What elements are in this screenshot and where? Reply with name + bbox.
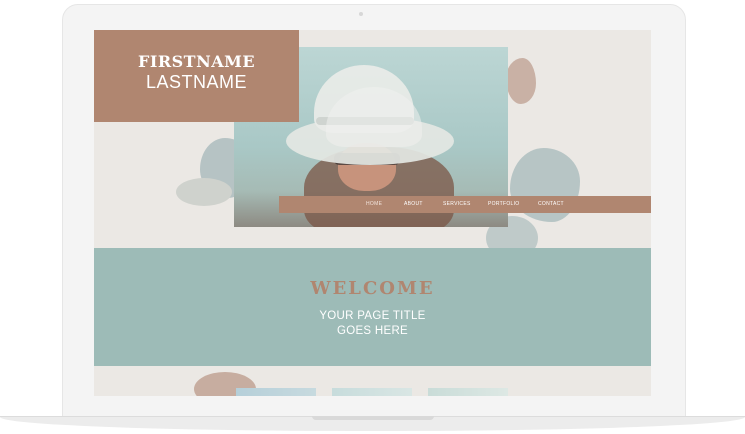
website-screen: FIRSTNAME LASTNAME HOME ABOUT SERVICES P… [94, 30, 651, 396]
nav-item-about[interactable]: ABOUT [404, 196, 423, 213]
site-last-name: LASTNAME [145, 72, 248, 92]
laptop-notch [312, 416, 434, 420]
portfolio-card[interactable] [236, 388, 316, 396]
nav-item-services[interactable]: SERVICES [443, 196, 471, 213]
main-nav: HOME ABOUT SERVICES PORTFOLIO CONTACT [279, 196, 651, 213]
welcome-title: WELCOME [310, 278, 435, 299]
decorative-blob [506, 58, 536, 104]
nav-item-portfolio[interactable]: PORTFOLIO [488, 196, 520, 213]
portfolio-card[interactable] [332, 388, 412, 396]
welcome-section: WELCOME YOUR PAGE TITLE GOES HERE [94, 248, 651, 366]
laptop-camera-icon [359, 12, 363, 16]
page-title-text: YOUR PAGE TITLE GOES HERE [94, 309, 651, 339]
page-title-line-1: YOUR PAGE TITLE [319, 310, 426, 322]
portfolio-card[interactable] [428, 388, 508, 396]
nav-item-contact[interactable]: CONTACT [538, 196, 564, 213]
page-title-line-2: GOES HERE [336, 325, 409, 337]
site-first-name: FIRSTNAME [137, 52, 256, 71]
site-name-box[interactable]: FIRSTNAME LASTNAME [94, 30, 299, 122]
decorative-blob [176, 178, 232, 206]
nav-item-home[interactable]: HOME [366, 196, 382, 213]
